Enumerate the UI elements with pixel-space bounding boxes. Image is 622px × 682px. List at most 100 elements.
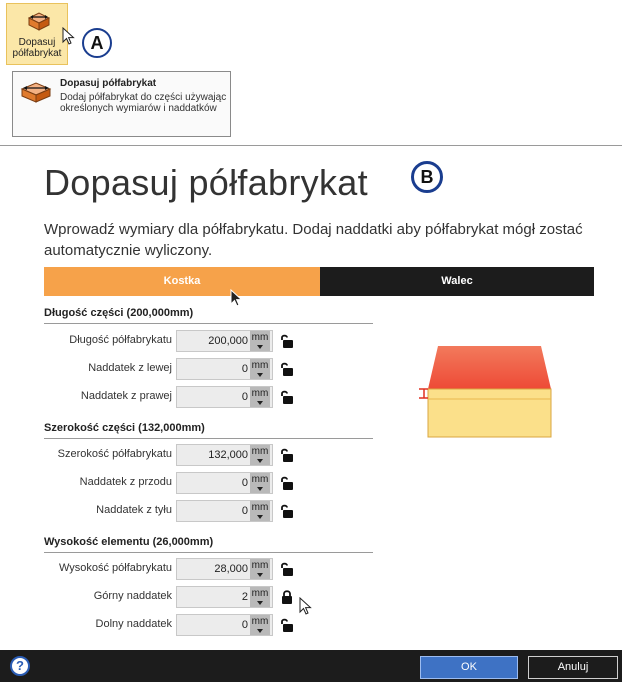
left-allowance-input[interactable]: 0 mm: [176, 358, 273, 380]
unlock-icon[interactable]: [279, 361, 295, 382]
top-allowance-label: Górny naddatek: [93, 590, 172, 602]
field-value: 28,000: [214, 563, 248, 575]
chevron-down-icon: [257, 601, 263, 605]
form-row: Dolny naddatek 0 mm: [0, 614, 310, 636]
stock-preview: [418, 341, 563, 446]
form-row: Naddatek z tyłu 0 mm: [0, 500, 310, 522]
field-value: 0: [241, 619, 248, 631]
chevron-down-icon: [257, 515, 263, 519]
unit-dropdown[interactable]: mm: [250, 559, 270, 579]
bottom-allowance-input[interactable]: 0 mm: [176, 614, 273, 636]
unlock-icon[interactable]: [279, 503, 295, 524]
unit-dropdown[interactable]: mm: [250, 501, 270, 521]
unit-dropdown[interactable]: mm: [250, 387, 270, 407]
section-divider: [44, 438, 373, 439]
unit-dropdown[interactable]: mm: [250, 615, 270, 635]
unit-label: mm: [251, 560, 269, 571]
front-allowance-input[interactable]: 0 mm: [176, 472, 273, 494]
shape-tabs: Kostka Walec: [44, 267, 594, 296]
right-allowance-label: Naddatek z prawej: [80, 390, 172, 402]
form-row: Naddatek z prawej 0 mm: [0, 386, 310, 408]
fit-stock-tooltip: Dopasuj półfabrykat Dodaj półfabrykat do…: [12, 71, 231, 137]
unit-dropdown[interactable]: mm: [250, 473, 270, 493]
callout-badge-a: A: [82, 28, 112, 58]
section-title-length: Długość części (200,000mm): [44, 307, 194, 319]
form-row: Długość półfabrykatu 200,000 mm: [0, 330, 310, 352]
chevron-down-icon: [257, 373, 263, 377]
unit-label: mm: [251, 332, 269, 343]
stock-height-label: Wysokość półfabrykatu: [58, 562, 172, 574]
tab-kostka[interactable]: Kostka: [44, 267, 320, 296]
form-row: Naddatek z lewej 0 mm: [0, 358, 310, 380]
left-allowance-label: Naddatek z lewej: [88, 362, 172, 374]
unit-dropdown[interactable]: mm: [250, 359, 270, 379]
unlock-icon[interactable]: [279, 333, 295, 354]
section-title-width: Szerokość części (132,000mm): [44, 422, 205, 434]
section-divider: [44, 323, 373, 324]
unit-label: mm: [251, 446, 269, 457]
stock-block-icon: [26, 10, 52, 37]
mouse-pointer-icon: [230, 288, 244, 314]
unit-label: mm: [251, 502, 269, 513]
field-value: 0: [241, 363, 248, 375]
dialog-subtitle: Wprowadź wymiary dla półfabrykatu. Dodaj…: [44, 221, 583, 259]
right-allowance-input[interactable]: 0 mm: [176, 386, 273, 408]
tooltip-title: Dopasuj półfabrykat: [60, 78, 157, 89]
unlock-icon[interactable]: [279, 561, 295, 582]
unlock-icon[interactable]: [279, 617, 295, 638]
stock-block-icon: [19, 80, 53, 109]
unit-label: mm: [251, 616, 269, 627]
help-button[interactable]: ?: [10, 656, 30, 676]
stock-length-label: Długość półfabrykatu: [69, 334, 172, 346]
unlock-icon[interactable]: [279, 389, 295, 410]
unit-label: mm: [251, 360, 269, 371]
field-value: 200,000: [208, 335, 248, 347]
chevron-down-icon: [257, 401, 263, 405]
tooltip-description: Dodaj półfabrykat do części używając okr…: [60, 92, 227, 114]
mouse-pointer-icon: [62, 26, 76, 52]
chevron-down-icon: [257, 573, 263, 577]
field-value: 0: [241, 505, 248, 517]
form-row: Górny naddatek 2 mm: [0, 586, 310, 608]
unit-dropdown[interactable]: mm: [250, 331, 270, 351]
chevron-down-icon: [257, 459, 263, 463]
unit-label: mm: [251, 388, 269, 399]
chevron-down-icon: [257, 629, 263, 633]
back-allowance-input[interactable]: 0 mm: [176, 500, 273, 522]
lock-icon[interactable]: [279, 589, 295, 610]
stock-width-label: Szerokość półfabrykatu: [57, 448, 172, 460]
unit-label: mm: [251, 588, 269, 599]
field-value: 2: [241, 591, 248, 603]
ok-button[interactable]: OK: [420, 656, 518, 679]
callout-badge-b: B: [411, 161, 443, 193]
back-allowance-label: Naddatek z tyłu: [96, 504, 172, 516]
bottom-allowance-label: Dolny naddatek: [95, 618, 172, 630]
fit-stock-ribbon-button[interactable]: Dopasuj półfabrykat: [6, 3, 68, 65]
front-allowance-label: Naddatek z przodu: [79, 476, 172, 488]
top-allowance-input[interactable]: 2 mm: [176, 586, 273, 608]
ribbon-button-label-line1: Dopasuj: [18, 37, 56, 48]
stock-length-input[interactable]: 200,000 mm: [176, 330, 273, 352]
unit-dropdown[interactable]: mm: [250, 587, 270, 607]
mouse-pointer-icon: [299, 596, 313, 622]
field-value: 0: [241, 477, 248, 489]
dialog-title: Dopasuj półfabrykat: [44, 162, 368, 203]
tab-walec[interactable]: Walec: [320, 267, 594, 296]
form-row: Naddatek z przodu 0 mm: [0, 472, 310, 494]
unit-dropdown[interactable]: mm: [250, 445, 270, 465]
form-row: Szerokość półfabrykatu 132,000 mm: [0, 444, 310, 466]
section-divider: [44, 552, 373, 553]
cancel-button[interactable]: Anuluj: [528, 656, 618, 679]
unlock-icon[interactable]: [279, 475, 295, 496]
chevron-down-icon: [257, 487, 263, 491]
field-value: 0: [241, 391, 248, 403]
stock-width-input[interactable]: 132,000 mm: [176, 444, 273, 466]
form-row: Wysokość półfabrykatu 28,000 mm: [0, 558, 310, 580]
field-value: 132,000: [208, 449, 248, 461]
unlock-icon[interactable]: [279, 447, 295, 468]
chevron-down-icon: [257, 345, 263, 349]
ribbon-button-label-line2: półfabrykat: [12, 48, 62, 59]
stock-height-input[interactable]: 28,000 mm: [176, 558, 273, 580]
section-title-height: Wysokość elementu (26,000mm): [44, 536, 214, 548]
dialog-footer: ? OK Anuluj: [0, 650, 622, 682]
